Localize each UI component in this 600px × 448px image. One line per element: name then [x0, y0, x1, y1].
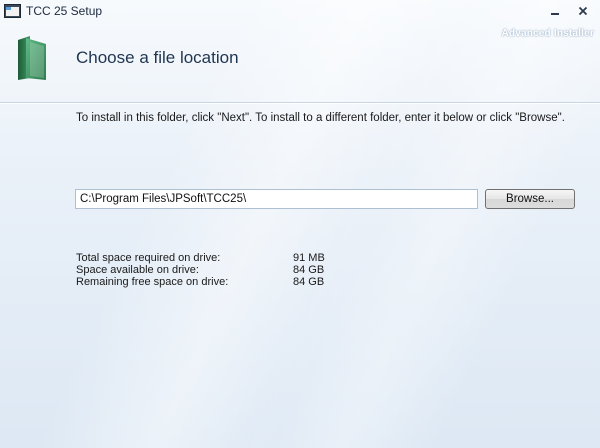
close-icon — [578, 6, 588, 16]
header-divider — [0, 102, 600, 104]
title-bar[interactable]: TCC 25 Setup — [0, 0, 600, 24]
setup-window: TCC 25 Setup Choose a file location Adva… — [0, 0, 600, 448]
instruction-text: To install in this folder, click "Next".… — [76, 112, 565, 124]
space-value: 91 MB — [293, 252, 325, 264]
space-label: Total space required on drive: — [76, 252, 221, 264]
page-title: Choose a file location — [76, 48, 239, 67]
header-band: Choose a file location Advanced Installe… — [0, 24, 600, 102]
minimize-button[interactable] — [546, 3, 564, 19]
browse-button[interactable]: Browse... — [485, 189, 575, 209]
brand-watermark: Advanced Installer — [501, 28, 594, 39]
space-value: 84 GB — [293, 264, 325, 276]
space-label: Space available on drive: — [76, 264, 199, 276]
app-window-icon — [4, 4, 21, 18]
install-path-input[interactable] — [75, 189, 478, 209]
space-label: Remaining free space on drive: — [76, 276, 229, 288]
green-folder-icon — [16, 34, 50, 82]
minimize-icon — [551, 13, 559, 15]
space-value: 84 GB — [293, 276, 325, 288]
window-title: TCC 25 Setup — [26, 4, 103, 18]
close-button[interactable] — [574, 3, 592, 19]
